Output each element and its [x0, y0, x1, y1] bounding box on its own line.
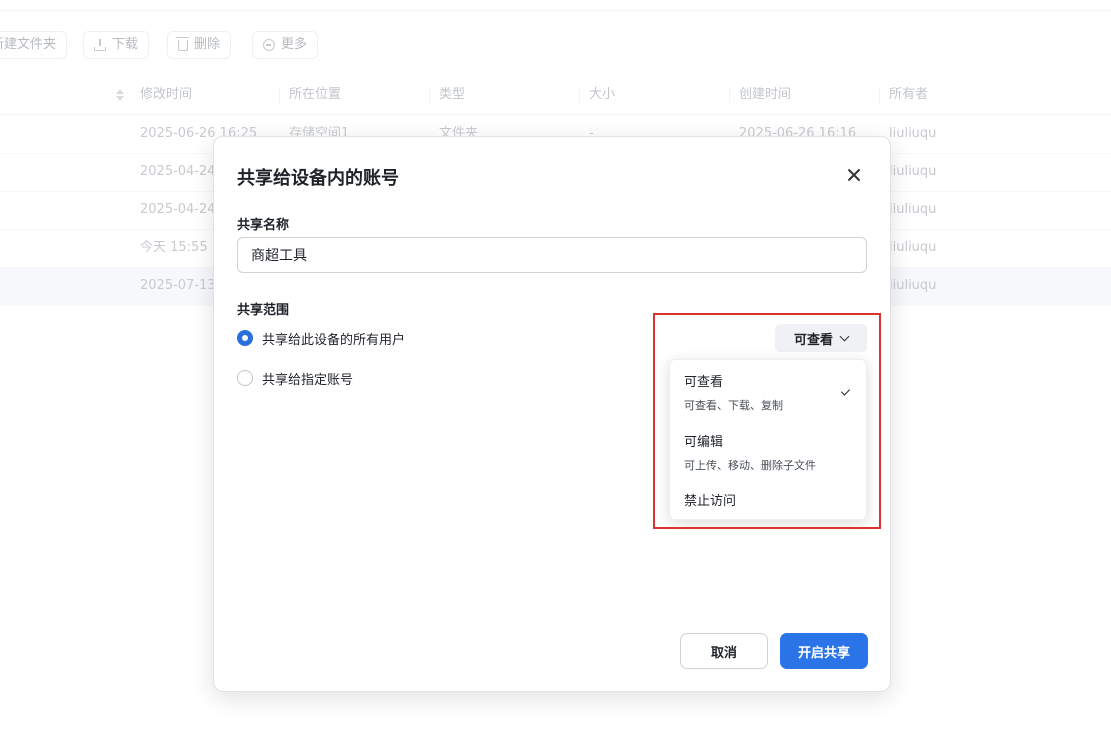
scope-specific-label: 共享给指定账号 [262, 372, 354, 388]
start-sharing-button[interactable]: 开启共享 [780, 633, 868, 669]
scope-all-users-option[interactable]: 共享给此设备的所有用户 [237, 328, 405, 348]
scope-all-users-label: 共享给此设备的所有用户 [262, 332, 406, 348]
share-scope-label: 共享范围 [237, 303, 290, 318]
radio-unchecked-icon[interactable] [237, 370, 253, 386]
highlight-box [653, 313, 881, 529]
share-name-label: 共享名称 [237, 218, 290, 233]
dialog-title: 共享给设备内的账号 [237, 168, 399, 189]
scope-specific-option[interactable]: 共享给指定账号 [237, 368, 353, 388]
radio-checked-icon[interactable] [237, 330, 253, 346]
close-icon[interactable] [844, 165, 864, 185]
cancel-button[interactable]: 取消 [680, 633, 768, 669]
share-name-input[interactable] [237, 237, 867, 273]
